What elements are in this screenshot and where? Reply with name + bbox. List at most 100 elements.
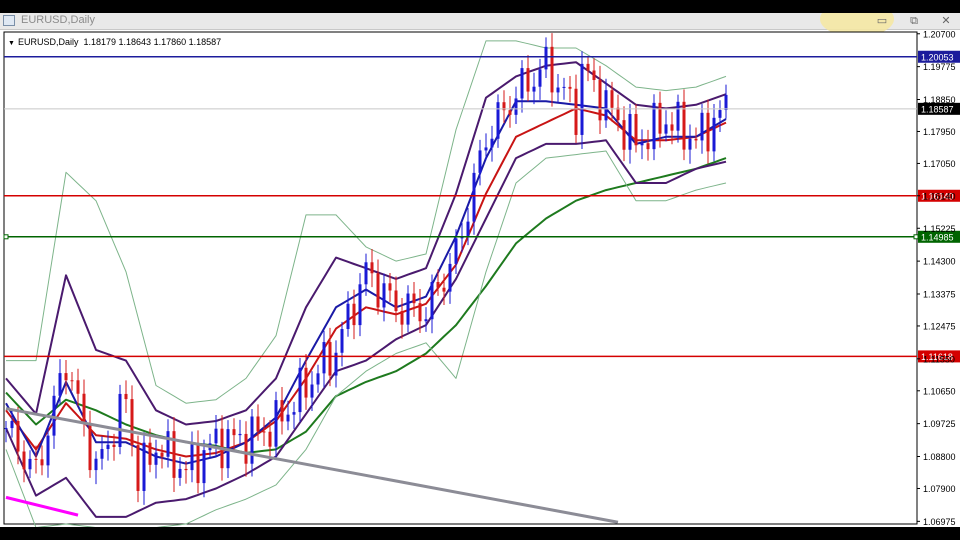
candle-body — [298, 367, 302, 413]
ohlc-close: 1.18587 — [188, 37, 222, 47]
candle-body — [556, 87, 560, 93]
candle-body — [514, 98, 518, 115]
y-tick-label: 1.20700 — [923, 30, 956, 39]
dropdown-arrow-icon[interactable]: ▼ — [8, 40, 15, 47]
candle-body — [664, 124, 668, 134]
candle — [580, 51, 584, 150]
level-handle-left — [3, 234, 9, 240]
y-tick-label: 1.16140 — [923, 191, 956, 201]
candle-body — [22, 451, 26, 470]
candle-body — [82, 393, 86, 423]
candle-body — [106, 444, 110, 450]
candle-body — [274, 400, 278, 447]
candle-body — [28, 458, 32, 470]
candle-body — [64, 373, 68, 381]
maximize-button[interactable]: ⧉ — [904, 14, 924, 27]
current-price-label: 1.18587 — [921, 104, 954, 114]
y-tick-label: 1.08800 — [923, 452, 956, 462]
candle-body — [154, 452, 158, 465]
price-chart[interactable]: 1.200531.161401.149851.116181.18587 1.20… — [0, 30, 960, 527]
candle-body — [166, 431, 170, 457]
candle-body — [424, 319, 428, 322]
candle-body — [406, 293, 410, 325]
candle-body — [292, 412, 296, 415]
candle-body — [526, 68, 530, 92]
candle-body — [538, 69, 542, 87]
candle-body — [286, 414, 290, 422]
candle-body — [724, 94, 728, 111]
window-titlebar[interactable]: EURUSD,Daily ▭ ⧉ ✕ — [0, 13, 960, 37]
candle-body — [322, 342, 326, 374]
candle-body — [532, 86, 536, 92]
candle-body — [88, 422, 92, 471]
candle-body — [4, 428, 8, 430]
candle-body — [610, 90, 614, 108]
candle-body — [544, 46, 548, 70]
y-tick-label: 1.18850 — [923, 95, 956, 105]
candle-body — [100, 449, 104, 459]
candle-body — [688, 138, 692, 150]
candle-body — [454, 238, 458, 264]
y-tick-label: 1.17050 — [923, 159, 956, 169]
candle-body — [508, 110, 512, 115]
candle-body — [358, 284, 362, 326]
candle-body — [430, 282, 434, 320]
candle-body — [280, 400, 284, 422]
candle-body — [700, 112, 704, 141]
candle-body — [670, 124, 674, 131]
candle-body — [214, 428, 218, 444]
ohlc-open: 1.18179 — [83, 37, 117, 47]
candle-body — [148, 442, 152, 465]
candle-body — [328, 342, 332, 376]
candle-body — [142, 442, 146, 491]
candle-body — [34, 458, 38, 460]
y-tick-label: 1.13375 — [923, 289, 956, 299]
candle-body — [586, 63, 590, 71]
candle-body — [256, 416, 260, 432]
candle-body — [472, 172, 476, 222]
candle-body — [10, 421, 14, 429]
candle-body — [58, 373, 62, 396]
candle-body — [352, 303, 356, 326]
window-title: EURUSD,Daily — [21, 14, 95, 26]
candle-body — [70, 380, 74, 382]
candle-body — [310, 384, 314, 398]
candle — [118, 384, 122, 455]
y-tick-label: 1.12475 — [923, 321, 956, 331]
minimize-button[interactable]: ▭ — [872, 14, 892, 27]
candle-body — [622, 120, 626, 150]
candle-body — [658, 102, 662, 134]
candle-body — [694, 138, 698, 141]
candle-body — [646, 143, 650, 150]
y-tick-label: 1.07900 — [923, 484, 956, 494]
level-label: 1.20053 — [921, 52, 954, 62]
candle-body — [40, 459, 44, 466]
candle-body — [574, 88, 578, 135]
candle-body — [196, 444, 200, 484]
candle-body — [184, 468, 188, 471]
candle-body — [340, 329, 344, 353]
candle-body — [484, 147, 488, 151]
candle-body — [616, 107, 620, 121]
candle-body — [46, 435, 50, 466]
ohlc-low: 1.17860 — [153, 37, 187, 47]
candle-body — [52, 395, 56, 436]
y-tick-label: 1.14300 — [923, 257, 956, 267]
candle-body — [400, 311, 404, 325]
candle-body — [592, 70, 596, 81]
candle-body — [676, 101, 680, 131]
candle-body — [520, 68, 524, 99]
y-tick-label: 1.11550 — [923, 354, 955, 364]
candle-body — [712, 117, 716, 152]
candle-body — [652, 102, 656, 150]
candle-body — [490, 138, 494, 148]
candle-body — [136, 445, 140, 491]
candle-body — [250, 416, 254, 464]
y-tick-label: 1.10650 — [923, 386, 956, 396]
candle-body — [634, 113, 638, 146]
y-tick-label: 1.15225 — [923, 224, 956, 234]
close-button[interactable]: ✕ — [936, 14, 956, 27]
candle-body — [94, 458, 98, 471]
candle-body — [118, 393, 122, 447]
candle-body — [604, 90, 608, 121]
